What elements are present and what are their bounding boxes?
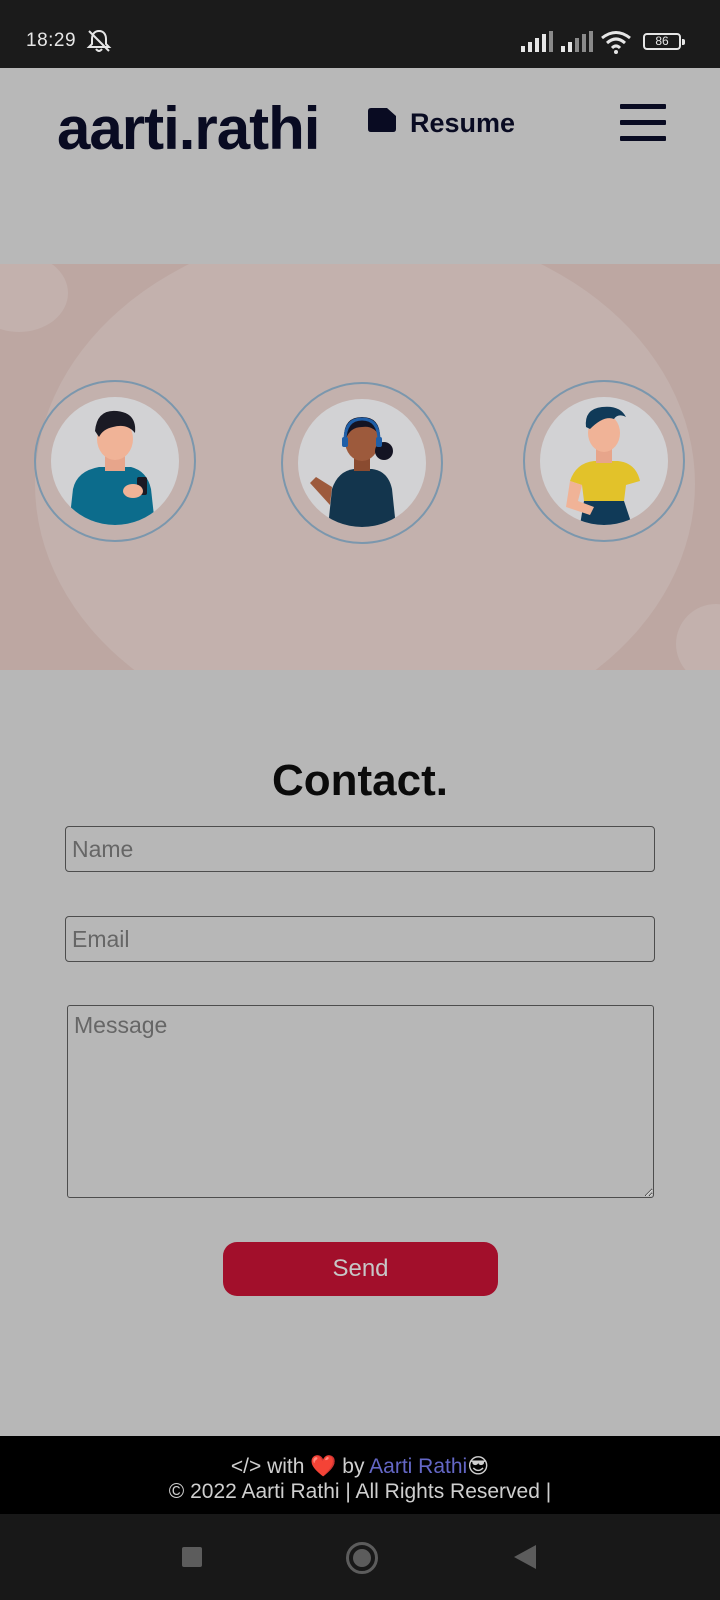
avatar-woman-sitting: [523, 380, 685, 542]
resume-link[interactable]: Resume: [368, 108, 515, 139]
cell-signal-icon-2: [561, 31, 593, 58]
avatar-woman-with-headset: [281, 382, 443, 544]
wifi-icon: [600, 30, 632, 59]
footer-code-text: </> with: [230, 1455, 305, 1478]
resume-label: Resume: [410, 108, 516, 138]
send-button[interactable]: Send: [223, 1242, 498, 1296]
avatar-man-with-phone: [34, 380, 196, 542]
copyright-text: © 2022 Aarti Rathi | All Rights Reserved…: [168, 1480, 552, 1503]
contact-heading: Contact.: [272, 756, 448, 805]
site-logo[interactable]: aarti.rathi: [57, 94, 320, 163]
footer-by-text: by: [342, 1455, 365, 1478]
back-icon[interactable]: [514, 1545, 536, 1569]
name-input[interactable]: [65, 826, 655, 872]
cell-signal-icon: [521, 31, 553, 58]
status-bar: 18:29 86: [0, 0, 720, 68]
message-textarea[interactable]: [67, 1005, 654, 1198]
site-footer: </> with ❤️ by Aarti Rathi😎 © 2022 Aarti…: [0, 1436, 720, 1514]
email-input[interactable]: [65, 916, 655, 962]
system-navigation-bar: [0, 1514, 720, 1600]
home-icon[interactable]: [346, 1542, 378, 1574]
menu-icon[interactable]: [620, 104, 666, 142]
battery-indicator: 86: [643, 33, 685, 50]
hero-banner: [0, 264, 720, 670]
status-time: 18:29: [26, 30, 77, 51]
sunglasses-emoji-icon: 😎: [467, 1455, 490, 1478]
recent-apps-icon[interactable]: [182, 1547, 202, 1567]
footer-credit: </> with ❤️ by Aarti Rathi😎: [0, 1454, 720, 1479]
notifications-muted-icon: [86, 28, 112, 59]
heart-icon: ❤️: [310, 1455, 337, 1478]
site-header: aarti.rathi Resume: [0, 68, 720, 264]
document-icon: [368, 108, 396, 139]
author-link[interactable]: Aarti Rathi: [369, 1455, 467, 1478]
